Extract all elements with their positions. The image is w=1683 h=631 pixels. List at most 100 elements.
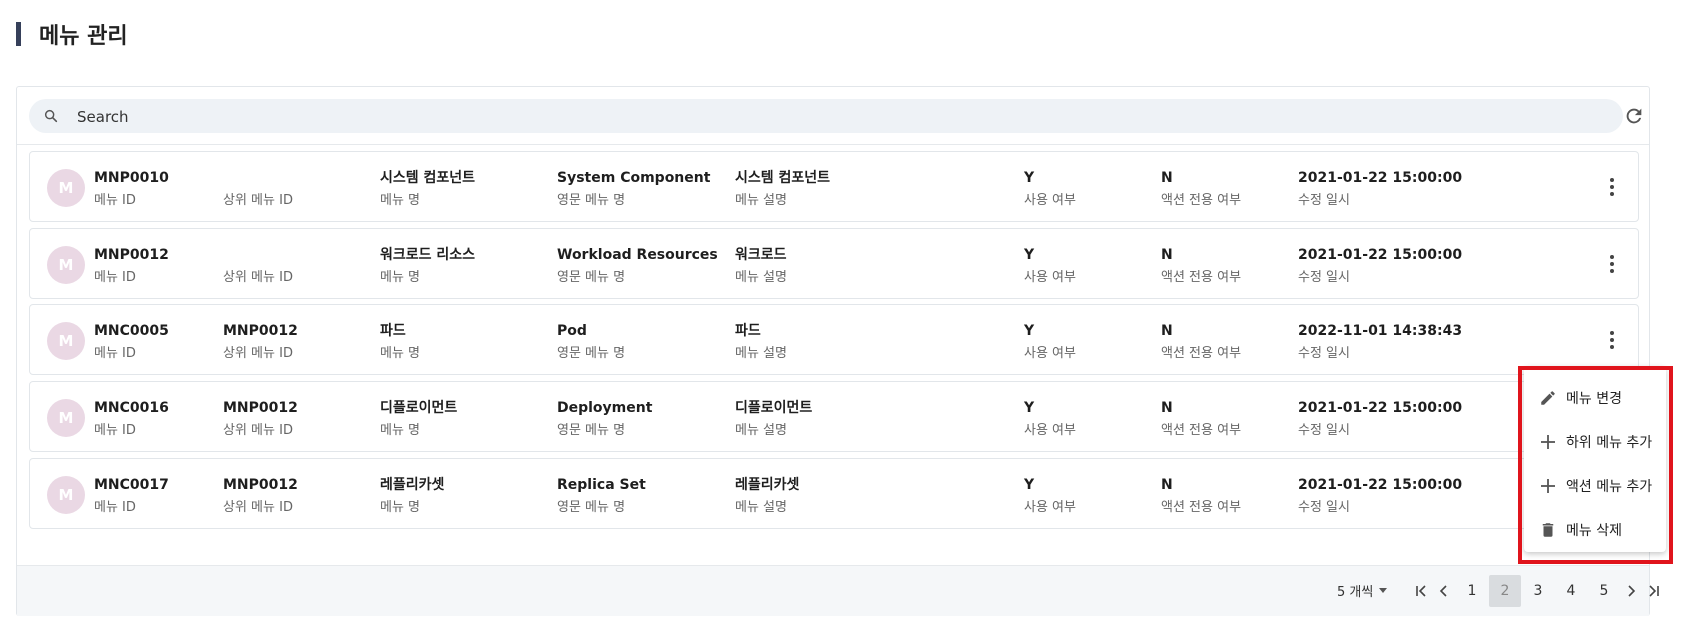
- next-page-icon[interactable]: [1620, 575, 1642, 607]
- field-action-yn: N 액션 전용 여부: [1161, 245, 1241, 288]
- menu-name-value: 레플리카셋: [380, 477, 445, 493]
- field-updated: 2021-01-22 15:00:00 수정 일시: [1298, 245, 1462, 288]
- avatar: M: [47, 246, 85, 284]
- field-menu-name: 파드메뉴 명: [380, 321, 420, 364]
- use-yn-label: 사용 여부: [1024, 423, 1076, 438]
- parent-id-value: MNP0012: [223, 477, 298, 493]
- field-action-yn: N 액션 전용 여부: [1161, 398, 1241, 441]
- first-page-icon[interactable]: [1411, 575, 1433, 607]
- use-yn-value: Y: [1024, 170, 1035, 186]
- page-number-5[interactable]: 5: [1588, 575, 1620, 607]
- action-yn-value: N: [1161, 247, 1173, 263]
- use-yn-value: Y: [1024, 477, 1035, 493]
- field-parent-id: 상위 메뉴 ID: [223, 168, 293, 211]
- plus-icon: [1538, 432, 1558, 452]
- action-yn-value: N: [1161, 400, 1173, 416]
- parent-id-label: 상위 메뉴 ID: [223, 193, 293, 208]
- field-eng-name: Pod 영문 메뉴 명: [557, 321, 625, 364]
- updated-value: 2021-01-22 15:00:00: [1298, 247, 1463, 263]
- menu-row[interactable]: M MNC0005 메뉴 ID MNP0012 상위 메뉴 ID 파드 메뉴 명 Pod 영문 …: [29, 304, 1639, 375]
- page-size-select[interactable]: 5 개씩: [1337, 581, 1388, 600]
- menu-name-value: 시스템 컴포넌트: [380, 170, 476, 186]
- field-menu-name: 레플리카셋 메뉴 명: [380, 475, 444, 518]
- desc-value: 디플로이먼트: [735, 400, 813, 416]
- menu-name-label: 메뉴 명: [380, 423, 421, 438]
- field-menu-id: MNC0017 메뉴 ID: [94, 475, 169, 518]
- add-submenu-item[interactable]: 하위 메뉴 추가: [1524, 420, 1666, 464]
- menu-id-label: 메뉴 ID: [94, 500, 136, 515]
- field-action-yn: N 액션 전용 여부: [1161, 168, 1241, 211]
- page-numbers: 12345: [1455, 575, 1620, 607]
- more-vertical-icon[interactable]: [1608, 253, 1616, 275]
- menu-name-label: 메뉴 명: [380, 346, 421, 361]
- desc-value: 레플리카셋: [735, 477, 800, 493]
- field-eng-name: System Component 영문 메뉴 명: [557, 168, 710, 211]
- field-desc: 시스템 컴포넌트 메뉴 설명: [735, 168, 830, 211]
- field-desc: 레플리카셋 메뉴 설명: [735, 475, 799, 518]
- trash-icon: [1538, 520, 1558, 540]
- parent-id-value: MNP0012: [223, 400, 298, 416]
- updated-label: 수정 일시: [1298, 423, 1350, 438]
- refresh-icon[interactable]: [1623, 105, 1645, 127]
- use-yn-value: Y: [1024, 323, 1035, 339]
- field-eng-name: Deployment 영문 메뉴 명: [557, 398, 652, 441]
- field-use-yn: Y 사용 여부: [1024, 475, 1076, 518]
- action-yn-label: 액션 전용 여부: [1161, 193, 1242, 208]
- field-parent-id: MNP0012 상위 메뉴 ID: [223, 475, 298, 518]
- page-number-1[interactable]: 1: [1456, 575, 1488, 607]
- updated-value: 2021-01-22 15:00:00: [1298, 477, 1463, 493]
- search-bar: [17, 87, 1649, 145]
- delete-menu-item[interactable]: 메뉴 삭제: [1524, 508, 1666, 552]
- eng-name-label: 영문 메뉴 명: [557, 193, 626, 208]
- use-yn-label: 사용 여부: [1024, 346, 1076, 361]
- field-updated: 2021-01-22 15:00:00 수정 일시: [1298, 168, 1462, 211]
- field-updated: 2021-01-22 15:00:00 수정 일시: [1298, 475, 1462, 518]
- field-menu-name: 디플로이먼트메뉴 명: [380, 398, 457, 441]
- use-yn-label: 사용 여부: [1024, 193, 1076, 208]
- desc-label: 메뉴 설명: [735, 423, 787, 438]
- more-vertical-icon[interactable]: [1608, 329, 1616, 351]
- add-submenu-label: 하위 메뉴 추가: [1566, 435, 1653, 451]
- search-input[interactable]: [75, 99, 1599, 135]
- eng-name-value: Deployment: [557, 400, 653, 416]
- action-yn-label: 액션 전용 여부: [1161, 500, 1242, 515]
- last-page-icon[interactable]: [1642, 575, 1664, 607]
- field-use-yn: Y 사용 여부: [1024, 168, 1076, 211]
- field-use-yn: Y 사용 여부: [1024, 398, 1076, 441]
- desc-label: 메뉴 설명: [735, 346, 787, 361]
- search-icon: [44, 109, 58, 123]
- field-updated: 2022-11-01 14:38:43 수정 일시: [1298, 321, 1462, 364]
- prev-page-icon[interactable]: [1433, 575, 1455, 607]
- field-parent-id: MNP0012 상위 메뉴 ID: [223, 398, 298, 441]
- edit-menu-item[interactable]: 메뉴 변경: [1524, 376, 1666, 420]
- menu-name-label: 메뉴 명: [380, 193, 421, 208]
- menu-row[interactable]: M MNC0017 메뉴 ID MNP0012 상위 메뉴 ID 레플리카셋 메뉴 명 Rep…: [29, 458, 1639, 529]
- avatar: M: [47, 169, 85, 207]
- page-size-label: 5 개씩: [1337, 585, 1374, 600]
- page-number-4[interactable]: 4: [1555, 575, 1587, 607]
- page-number-3[interactable]: 3: [1522, 575, 1554, 607]
- search-field[interactable]: [29, 99, 1623, 135]
- eng-name-value: Pod: [557, 323, 587, 339]
- menu-row[interactable]: M MNP0012 메뉴 ID 상위 메뉴 ID 워크로드 리소스 메뉴 명 Workloa…: [29, 228, 1639, 299]
- menu-name-value: 파드: [380, 323, 406, 339]
- menu-id-label: 메뉴 ID: [94, 193, 136, 208]
- desc-value: 워크로드: [735, 247, 787, 263]
- field-use-yn: Y 사용 여부: [1024, 321, 1076, 364]
- menu-name-value: 디플로이먼트: [380, 400, 458, 416]
- menu-name-label: 메뉴 명: [380, 270, 421, 285]
- page-number-2[interactable]: 2: [1489, 575, 1521, 607]
- menu-list-panel: M MNP0010 메뉴 ID 상위 메뉴 ID 시스템 컴포넌트메뉴 명 System …: [16, 86, 1659, 616]
- updated-value: 2021-01-22 15:00:00: [1298, 170, 1463, 186]
- add-action-menu-item[interactable]: 액션 메뉴 추가: [1524, 464, 1666, 508]
- menu-id-value: MNP0010: [94, 170, 169, 186]
- field-desc: 파드 메뉴 설명: [735, 321, 787, 364]
- pencil-icon: [1538, 388, 1558, 408]
- more-vertical-icon[interactable]: [1608, 176, 1616, 198]
- avatar: M: [47, 399, 85, 437]
- menu-row[interactable]: M MNP0010 메뉴 ID 상위 메뉴 ID 시스템 컴포넌트메뉴 명 System …: [29, 151, 1639, 222]
- menu-row[interactable]: M MNC0016 메뉴 ID MNP0012 상위 메뉴 ID 디플로이먼트 메뉴 명 De…: [29, 381, 1639, 452]
- updated-label: 수정 일시: [1298, 193, 1350, 208]
- updated-label: 수정 일시: [1298, 500, 1350, 515]
- field-menu-name: 시스템 컴포넌트메뉴 명: [380, 168, 475, 211]
